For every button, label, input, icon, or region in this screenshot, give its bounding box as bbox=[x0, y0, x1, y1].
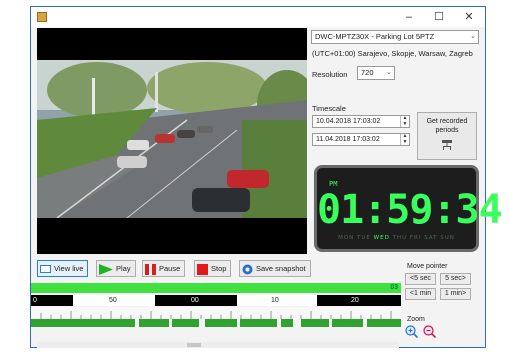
timeline-hour-label: 10 bbox=[271, 297, 279, 304]
horizontal-scrollbar[interactable] bbox=[37, 342, 399, 348]
close-button[interactable]: ✕ bbox=[455, 9, 483, 25]
timescale-end-value: 11.04.2018 17:03:02 bbox=[316, 136, 380, 143]
timescale-start-value: 10.04.2018 17:03:02 bbox=[316, 118, 381, 125]
timeline-ticks bbox=[31, 307, 401, 319]
clock-day: MON bbox=[338, 235, 355, 241]
camera-select-value: DWC-MPTZ30X - Parking Lot 5PTZ bbox=[315, 32, 435, 41]
resolution-select[interactable]: 720 ⌄ bbox=[357, 66, 395, 80]
timeline-gap bbox=[135, 319, 139, 327]
timeline-hour-segment bbox=[31, 295, 73, 306]
clock-day: SUN bbox=[440, 235, 455, 241]
play-label: Play bbox=[116, 264, 131, 273]
monitor-icon bbox=[40, 264, 51, 273]
timeline-gap bbox=[237, 319, 240, 327]
stop-icon bbox=[197, 263, 208, 275]
camera-select[interactable]: DWC-MPTZ30X - Parking Lot 5PTZ ⌄ bbox=[311, 30, 479, 44]
timezone-label: (UTC+01:00) Sarajevo, Skopje, Warsaw, Za… bbox=[312, 49, 473, 58]
stop-label: Stop bbox=[211, 264, 227, 273]
clock-day: THU bbox=[392, 235, 408, 241]
timescale-end-field[interactable]: 11.04.2018 17:03:02 ▲ ▼ bbox=[312, 133, 410, 146]
move-pointer-label: Move pointer bbox=[407, 263, 448, 270]
camera-icon bbox=[242, 264, 253, 275]
play-icon bbox=[99, 263, 113, 275]
chevron-down-icon: ⌄ bbox=[470, 33, 476, 40]
zoom-in-icon[interactable] bbox=[405, 325, 418, 338]
camera-frame-image bbox=[37, 60, 307, 218]
timeline-hour-label: 50 bbox=[109, 297, 117, 304]
timeline-gap bbox=[277, 319, 281, 327]
save-snapshot-button[interactable]: Save snapshot bbox=[239, 260, 311, 277]
zoom-label: Zoom bbox=[407, 316, 425, 323]
clock-day: SAT bbox=[424, 235, 438, 241]
timeline-gap bbox=[329, 319, 332, 327]
save-snapshot-label: Save snapshot bbox=[256, 264, 306, 273]
timeline-gap bbox=[293, 319, 301, 327]
timescale-start-field[interactable]: 10.04.2018 17:03:02 ▲ ▼ bbox=[312, 115, 410, 128]
timeline-recorded-bar[interactable] bbox=[31, 319, 401, 327]
chevron-down-icon: ⌄ bbox=[386, 69, 392, 76]
get-recorded-periods-button[interactable]: Get recorded periods bbox=[417, 112, 477, 160]
stop-button[interactable]: Stop bbox=[194, 260, 232, 277]
video-view[interactable] bbox=[37, 28, 307, 254]
timeline-hour-label: 0 bbox=[33, 297, 37, 304]
forward-1-min-button[interactable]: 1 min> bbox=[440, 288, 471, 300]
timeline-hour-label: 20 bbox=[351, 297, 359, 304]
digital-clock: PM 01:59:34 MON TUE WED THU FRI SAT SUN bbox=[314, 165, 503, 252]
spin-icon[interactable]: ▲ ▼ bbox=[400, 134, 409, 145]
resolution-label: Resolution bbox=[312, 70, 348, 79]
network-icon bbox=[442, 140, 452, 150]
title-bar: – ☐ ✕ bbox=[31, 7, 485, 27]
pause-button[interactable]: Pause bbox=[142, 260, 186, 277]
pause-label: Pause bbox=[159, 264, 181, 273]
timeline-gap bbox=[363, 319, 367, 327]
timeline-hour-label: 00 bbox=[191, 297, 199, 304]
back-5-sec-button[interactable]: <5 sec bbox=[405, 273, 436, 285]
app-window: – ☐ ✕ DWC-MPTZ30X - Parking Lot 5PTZ ⌄ (… bbox=[30, 6, 503, 348]
back-1-min-button[interactable]: <1 min bbox=[405, 288, 436, 300]
timeline-current-bar[interactable]: 03 bbox=[31, 283, 401, 293]
spin-icon[interactable]: ▲ ▼ bbox=[400, 116, 409, 127]
pause-icon bbox=[145, 263, 156, 275]
timeline-gap bbox=[169, 319, 172, 327]
app-icon bbox=[37, 12, 47, 22]
clock-days: MON TUE WED THU FRI SAT SUN bbox=[317, 235, 476, 241]
timeline-current-hour: 03 bbox=[390, 284, 398, 291]
clock-time: 01:59:34 bbox=[317, 187, 503, 233]
resolution-value: 720 bbox=[361, 68, 374, 77]
scrollbar-thumb[interactable] bbox=[187, 343, 201, 347]
timeline-gap bbox=[199, 319, 205, 327]
play-button[interactable]: Play bbox=[96, 260, 136, 277]
get-recorded-periods-label: Get recorded periods bbox=[426, 118, 468, 134]
clock-day: FRI bbox=[409, 235, 422, 241]
view-live-label: View live bbox=[54, 264, 84, 273]
forward-5-sec-button[interactable]: 5 sec> bbox=[440, 273, 471, 285]
timeline-hour-segment bbox=[317, 295, 401, 306]
screenshot-background: – ☐ ✕ DWC-MPTZ30X - Parking Lot 5PTZ ⌄ (… bbox=[0, 0, 509, 352]
view-live-button[interactable]: View live bbox=[37, 260, 89, 277]
minimize-button[interactable]: – bbox=[395, 9, 423, 25]
timescale-label: Timescale bbox=[312, 104, 346, 113]
clock-day-active: WED bbox=[373, 235, 390, 241]
zoom-out-icon[interactable] bbox=[423, 325, 436, 338]
clock-day: TUE bbox=[357, 235, 371, 241]
timeline-hour-bar[interactable]: 0 50 00 10 20 bbox=[31, 295, 401, 306]
maximize-button[interactable]: ☐ bbox=[425, 9, 453, 25]
